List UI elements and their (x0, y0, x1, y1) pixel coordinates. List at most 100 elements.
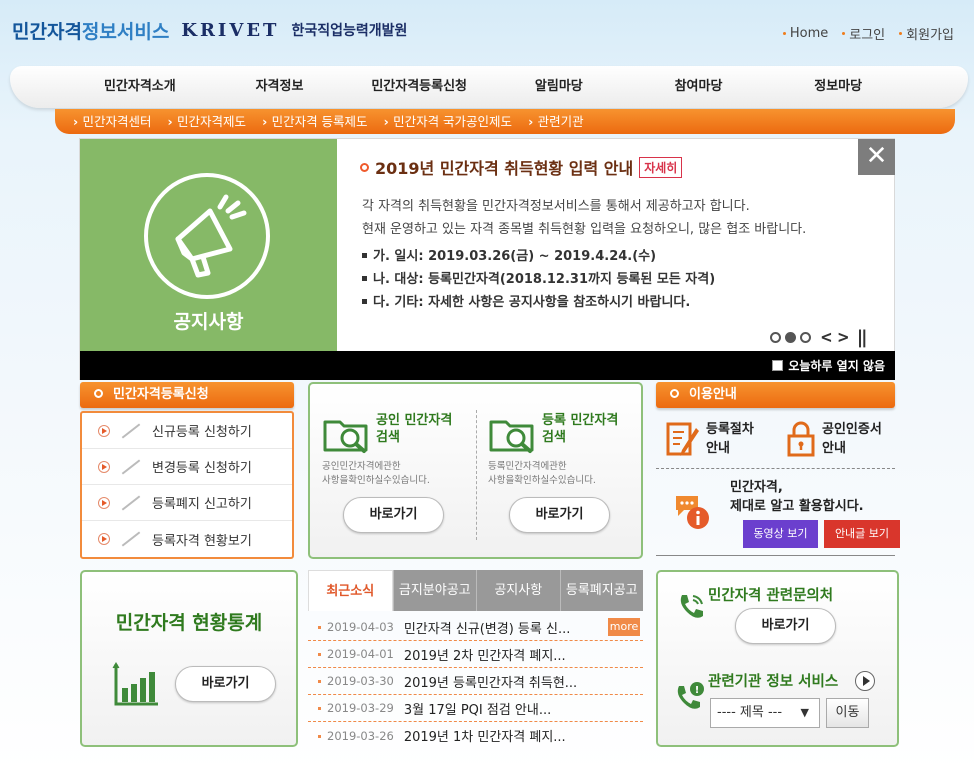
registration-heading-text: 민간자격등록신청 (113, 387, 209, 402)
info-chat-icon (676, 496, 709, 529)
registration-item-label: 등록폐지 신고하기 (152, 497, 252, 512)
usage-heading[interactable]: 이용안내 (656, 382, 895, 408)
circle-icon (94, 389, 103, 398)
news-list: 2019-04-03 민간자격 신규(변경) 등록 신... 2019-04-01… (308, 614, 643, 749)
registration-item-status[interactable]: 등록자격 현황보기 (82, 521, 292, 557)
nav-item-info[interactable]: 자격정보 (210, 66, 350, 108)
slide-dot[interactable] (770, 332, 781, 343)
news-date: 2019-03-29 (318, 701, 394, 715)
video-button[interactable]: 동영상 보기 (743, 520, 818, 548)
registration-menu: 신규등록 신청하기 변경등록 신청하기 등록폐지 신고하기 등록자격 현황보기 (80, 411, 294, 559)
folder-search-icon (323, 420, 368, 453)
registration-item-change[interactable]: 변경등록 신청하기 (82, 449, 292, 485)
sub-nav-item[interactable]: 민간자격센터 (73, 109, 152, 134)
megaphone-icon (144, 173, 270, 299)
document-pen-icon (666, 422, 699, 456)
usage-promo: 민간자격, 제대로 알고 활용합시다. 동영상 보기 안내글 보기 (656, 470, 900, 556)
public-search-section: 공인 민간자격 검색 공인민간자격에관한 사항을확인하실수있습니다. 바로가기 (310, 384, 476, 557)
registration-item-label: 등록자격 현황보기 (152, 533, 252, 549)
signup-link[interactable]: 회원가입 (899, 24, 954, 43)
registered-search-go-button[interactable]: 바로가기 (509, 497, 610, 533)
nav-item-intro[interactable]: 민간자격소개 (70, 66, 210, 108)
guide-button[interactable]: 안내글 보기 (824, 520, 900, 548)
login-link[interactable]: 로그인 (842, 24, 885, 43)
slide-dot[interactable] (800, 332, 811, 343)
sub-nav-item[interactable]: 관련기관 (528, 109, 584, 134)
news-title[interactable]: 3월 17일 PQI 점검 안내... (404, 699, 551, 718)
registration-procedure-link[interactable]: 등록절차 안내 (666, 420, 754, 458)
banner-details-list: 가. 일시: 2019.03.26(금) ~ 2019.4.24.(수) 나. … (362, 245, 715, 314)
site-title: 민간자격정보서비스 (12, 20, 170, 43)
chevron-right-icon[interactable]: > (838, 327, 849, 348)
agency-select-value: ---- 제목 --- (717, 705, 783, 720)
bar-chart-icon (112, 662, 158, 706)
registration-procedure-label: 등록절차 안내 (706, 422, 754, 456)
sub-nav-item[interactable]: 민간자격 국가공인제도 (384, 109, 512, 134)
nav-item-participate[interactable]: 참여마당 (629, 66, 769, 108)
pen-icon (121, 531, 141, 547)
news-row[interactable]: 2019-03-30 2019년 등록민간자격 취득현... (308, 668, 643, 695)
usage-links: 등록절차 안내 공인인증서 안내 (656, 414, 895, 469)
slider-controls: < > ‖ (770, 327, 868, 348)
checkbox-icon[interactable] (772, 360, 784, 371)
sub-nav: 민간자격센터 민간자격제도 민간자격 등록제도 민간자격 국가공인제도 관련기관 (55, 109, 955, 134)
banner-title-text[interactable]: 2019년 민간자격 취득현황 입력 안내 (375, 155, 633, 179)
contact-title: 민간자격 관련문의처 (708, 588, 834, 604)
bullet-icon (360, 162, 369, 172)
related-agency-title: 관련기관 정보 서비스 (708, 674, 839, 690)
certificate-guide-link[interactable]: 공인인증서 안내 (786, 420, 882, 458)
main-nav: 민간자격소개 자격정보 민간자격등록신청 알림마당 참여마당 정보마당 (10, 66, 968, 108)
news-title[interactable]: 2019년 2차 민간자격 폐지... (404, 645, 566, 664)
news-row[interactable]: 2019-04-01 2019년 2차 민간자격 폐지... (308, 641, 643, 668)
pen-icon (121, 494, 141, 511)
site-logo[interactable]: 민간자격정보서비스 KRIVET 한국직업능력개발원 (12, 16, 407, 44)
registration-heading[interactable]: 민간자격등록신청 (80, 382, 294, 408)
news-row[interactable]: 2019-03-26 2019년 1차 민간자격 폐지... (308, 722, 643, 749)
play-icon[interactable] (855, 671, 875, 691)
pen-icon (121, 458, 141, 475)
home-link[interactable]: Home (783, 24, 828, 43)
more-button[interactable]: more (608, 618, 640, 636)
news-title[interactable]: 2019년 등록민간자격 취득현... (404, 672, 577, 691)
dont-show-today-checkbox[interactable]: 오늘하루 열지 않음 (772, 357, 885, 374)
news-title[interactable]: 2019년 1차 민간자격 폐지... (404, 726, 566, 745)
tab-abolished[interactable]: 등록폐지공고 (559, 570, 643, 611)
certificate-guide-label: 공인인증서 안내 (822, 422, 882, 456)
detail-button[interactable]: 자세히 (639, 156, 683, 178)
top-links: Home 로그인 회원가입 (783, 24, 954, 43)
banner-title[interactable]: 2019년 민간자격 취득현황 입력 안내 자세히 (360, 155, 683, 179)
svg-text:!: ! (695, 685, 700, 696)
close-icon[interactable]: ✕ (858, 139, 895, 175)
news-row[interactable]: 2019-03-29 3월 17일 PQI 점검 안내... (308, 695, 643, 722)
sub-nav-item[interactable]: 민간자격 등록제도 (262, 109, 368, 134)
chevron-left-icon[interactable]: < (821, 327, 832, 348)
public-search-go-button[interactable]: 바로가기 (343, 497, 444, 533)
banner-detail-item: 다. 기타: 자세한 사항은 공지사항을 참조하시기 바랍니다. (362, 291, 715, 314)
nav-item-register[interactable]: 민간자격등록신청 (349, 66, 489, 108)
news-title[interactable]: 민간자격 신규(변경) 등록 신... (404, 618, 571, 637)
arrow-right-icon (98, 496, 110, 509)
registration-item-label: 변경등록 신청하기 (152, 461, 252, 476)
registration-item-abolish[interactable]: 등록폐지 신고하기 (82, 485, 292, 521)
contact-go-button[interactable]: 바로가기 (735, 608, 836, 644)
slide-dot-active[interactable] (785, 332, 796, 343)
banner-desc-line: 현재 운영하고 있는 자격 종목별 취득현황 입력을 요청하오니, 많은 협조 … (362, 222, 807, 237)
registered-search-title: 등록 민간자격 검색 (542, 413, 619, 445)
qualification-search-box: 공인 민간자격 검색 공인민간자격에관한 사항을확인하실수있습니다. 바로가기 등록… (308, 382, 643, 559)
move-button[interactable]: 이동 (826, 698, 869, 728)
tab-notice[interactable]: 공지사항 (476, 570, 560, 611)
agency-select[interactable]: ---- 제목 --- ▼ (710, 698, 820, 728)
nav-item-infocenter[interactable]: 정보마당 (768, 66, 908, 108)
sub-nav-item[interactable]: 민간자격제도 (168, 109, 246, 134)
statistics-go-button[interactable]: 바로가기 (175, 666, 276, 702)
arrow-right-icon (98, 533, 110, 545)
tab-recent-news[interactable]: 최근소식 (308, 570, 393, 611)
news-tabs: 최근소식 금지분야공고 공지사항 등록폐지공고 (308, 570, 643, 611)
news-date: 2019-03-26 (318, 729, 394, 743)
statistics-title: 민간자격 현황통계 (115, 612, 263, 634)
nav-item-notice[interactable]: 알림마당 (489, 66, 629, 108)
news-row[interactable]: 2019-04-03 민간자격 신규(변경) 등록 신... (308, 614, 643, 641)
registration-item-new[interactable]: 신규등록 신청하기 (82, 413, 292, 449)
pause-icon[interactable]: ‖ (857, 327, 868, 348)
tab-prohibited[interactable]: 금지분야공고 (392, 570, 476, 611)
